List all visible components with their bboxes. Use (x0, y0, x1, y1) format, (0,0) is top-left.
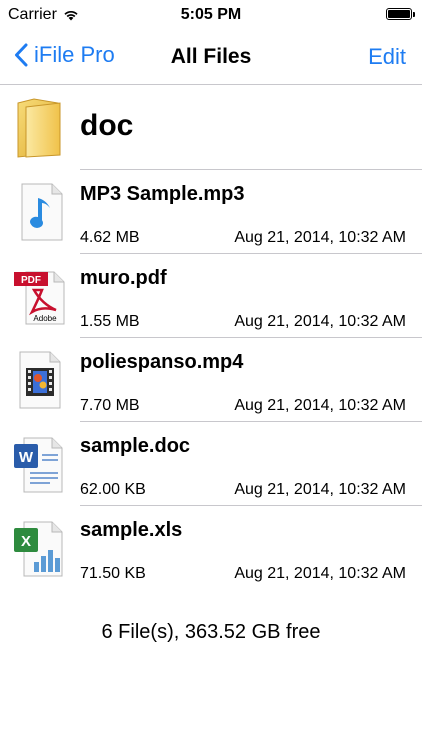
word-file-icon: W (14, 437, 63, 493)
page-title: All Files (170, 45, 252, 68)
pdf-file-icon: PDF Adobe (14, 271, 65, 325)
file-row[interactable]: W sample.doc 62.00 KB Aug 21, 2014, 10:3… (0, 422, 422, 506)
battery-icon (386, 8, 415, 20)
file-date: Aug 21, 2014, 10:32 AM (234, 481, 406, 498)
video-file-icon (19, 351, 61, 409)
status-bar: Carrier 5:05 PM (0, 0, 422, 30)
file-name: sample.doc (80, 435, 191, 457)
folder-icon (17, 98, 61, 158)
file-date: Aug 21, 2014, 10:32 AM (234, 229, 406, 246)
file-date: Aug 21, 2014, 10:32 AM (234, 313, 406, 330)
file-size: 62.00 KB (80, 481, 146, 498)
excel-file-icon: X (14, 521, 63, 577)
file-row[interactable]: PDF Adobe muro.pdf 1.55 MB Aug 21, 2014,… (0, 254, 422, 338)
file-name: poliespanso.mp4 (80, 351, 244, 373)
svg-text:X: X (21, 533, 31, 550)
status-time: 5:05 PM (180, 6, 242, 23)
edit-button[interactable]: Edit (368, 44, 406, 70)
file-date: Aug 21, 2014, 10:32 AM (234, 397, 406, 414)
svg-text:Adobe: Adobe (33, 314, 57, 323)
file-size: 4.62 MB (80, 229, 140, 246)
storage-summary: 6 File(s), 363.52 GB free (101, 621, 321, 643)
file-row[interactable]: MP3 Sample.mp3 4.62 MB Aug 21, 2014, 10:… (0, 170, 422, 254)
svg-text:PDF: PDF (21, 275, 41, 286)
file-name: MP3 Sample.mp3 (80, 183, 245, 205)
navigation-bar: iFile Pro All Files Edit (0, 30, 422, 85)
folder-row-doc[interactable]: doc (0, 85, 422, 170)
folder-name: doc (80, 109, 134, 142)
file-name: muro.pdf (80, 267, 167, 289)
audio-file-icon (21, 183, 63, 241)
file-size: 7.70 MB (80, 397, 140, 414)
file-row[interactable]: poliespanso.mp4 7.70 MB Aug 21, 2014, 10… (0, 338, 422, 422)
battery-level-fill (388, 10, 410, 18)
file-name: sample.xls (80, 519, 183, 541)
file-row[interactable]: X sample.xls 71.50 KB Aug 21, 2014, 10:3… (0, 506, 422, 590)
file-date: Aug 21, 2014, 10:32 AM (234, 565, 406, 582)
file-size: 71.50 KB (80, 565, 146, 582)
svg-text:W: W (19, 449, 34, 466)
file-size: 1.55 MB (80, 313, 140, 330)
